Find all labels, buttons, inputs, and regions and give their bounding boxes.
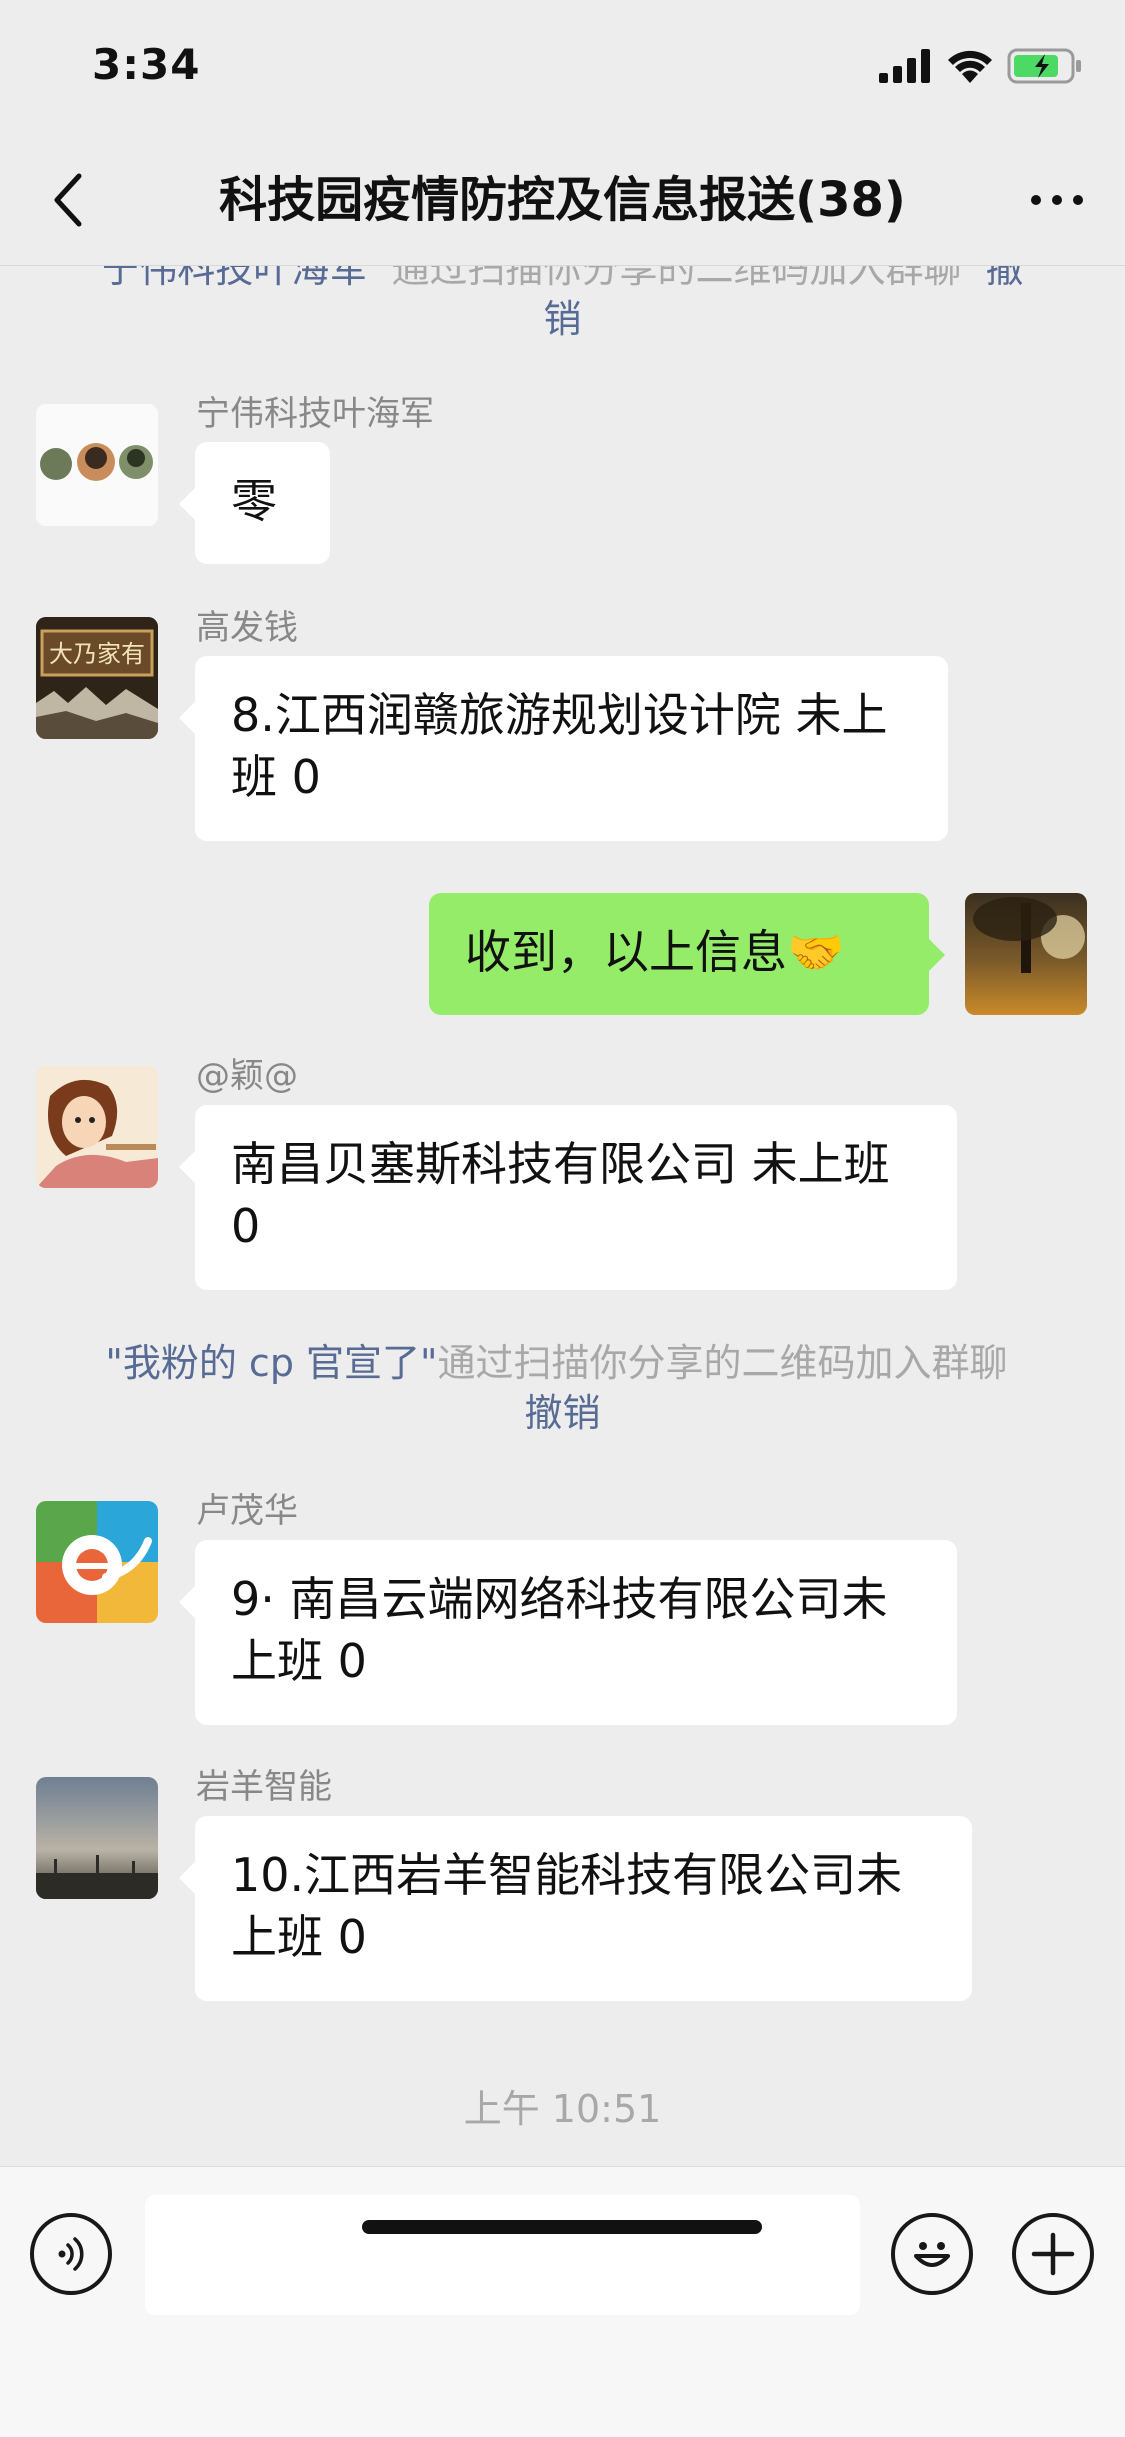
signal-icon (879, 49, 930, 83)
system-user-link[interactable]: "我粉的 cp 官宣了" (105, 1341, 437, 1385)
message-bubble[interactable]: 8.江西润赣旅游规划设计院 未上班 0 (179, 656, 948, 841)
avatar[interactable] (36, 1501, 158, 1623)
add-button[interactable] (1012, 2213, 1094, 2295)
message-text: 9· 南昌云端网络科技有限公司未上班 0 (231, 1572, 888, 1688)
more-button[interactable] (1017, 165, 1097, 235)
status-icons (879, 46, 1083, 86)
sender-name: 岩羊智能 (196, 1767, 332, 1807)
battery-icon (1007, 48, 1081, 84)
status-bar: 3:34 (0, 0, 1125, 135)
system-text: 通过扫描你分享的二维码加入群聊 (391, 266, 962, 291)
more-dot (1052, 195, 1062, 205)
wifi-icon (948, 50, 992, 83)
message-input[interactable] (145, 2195, 860, 2315)
avatar-image (36, 1777, 158, 1899)
emoji-icon (914, 2242, 950, 2267)
status-time: 3:34 (92, 40, 201, 89)
plus-icon (1031, 2232, 1075, 2276)
message-timestamp: 上午 10:51 (463, 2087, 662, 2131)
avatar-image (965, 893, 1087, 1015)
avatar-image: 大乃家有 (36, 617, 158, 739)
voice-button[interactable] (30, 2213, 112, 2295)
message-text: 10.江西岩羊智能科技有限公司未上班 0 (231, 1848, 903, 1964)
system-message: "我粉的 cp 官宣了"通过扫描你分享的二维码加入群聊 撤销 (90, 1338, 1035, 1438)
my-message-bubble[interactable]: 收到，以上信息🤝 (429, 893, 945, 1015)
chevron-left-icon (54, 173, 82, 227)
more-dot (1073, 195, 1083, 205)
input-bar (0, 2166, 1125, 2437)
system-message: 宁伟科技叶海军 通过扫描你分享的二维码加入群聊 撤销 (90, 266, 1035, 344)
avatar[interactable] (36, 1777, 158, 1899)
sender-name: 卢茂华 (196, 1491, 298, 1531)
system-user-link[interactable]: 宁伟科技叶海军 (101, 266, 367, 291)
sender-name: 高发钱 (196, 608, 298, 648)
avatar-image (36, 404, 158, 526)
message-bubble[interactable]: 南昌贝塞斯科技有限公司 未上班 0 (179, 1105, 957, 1290)
avatar[interactable] (36, 404, 158, 526)
sender-name: 宁伟科技叶海军 (196, 394, 434, 434)
more-dot (1031, 195, 1041, 205)
message-text: 收到，以上信息🤝 (465, 925, 845, 979)
chat-title: 科技园疫情防控及信息报送(38) (219, 172, 906, 228)
avatar[interactable]: 大乃家有 (36, 617, 158, 739)
revoke-link[interactable]: 撤销 (524, 1391, 600, 1435)
system-text: 通过扫描你分享的二维码加入群聊 (437, 1341, 1008, 1385)
my-avatar[interactable] (965, 893, 1087, 1015)
sender-name: @颖@ (196, 1056, 298, 1096)
message-bubble[interactable]: 9· 南昌云端网络科技有限公司未上班 0 (179, 1540, 957, 1725)
avatar[interactable] (36, 1066, 158, 1188)
emoji-button[interactable] (891, 2213, 973, 2295)
avatar-image (36, 1066, 158, 1188)
message-bubble[interactable]: 10.江西岩羊智能科技有限公司未上班 0 (179, 1816, 972, 2001)
message-text: 南昌贝塞斯科技有限公司 未上班 0 (231, 1137, 890, 1253)
avatar-sign-text: 大乃家有 (49, 640, 145, 668)
avatar-image (36, 1501, 158, 1623)
voice-icon (58, 2237, 84, 2271)
home-indicator[interactable] (362, 2220, 762, 2234)
chat-header: 科技园疫情防控及信息报送(38) (0, 135, 1125, 266)
back-button[interactable] (38, 165, 98, 235)
message-text: 零 (231, 474, 277, 528)
message-text: 8.江西润赣旅游规划设计院 未上班 0 (231, 688, 888, 804)
message-list[interactable]: 宁伟科技叶海军 通过扫描你分享的二维码加入群聊 撤销 宁伟科技叶海军 零 大乃家… (0, 266, 1125, 2166)
message-bubble[interactable]: 零 (179, 442, 330, 564)
